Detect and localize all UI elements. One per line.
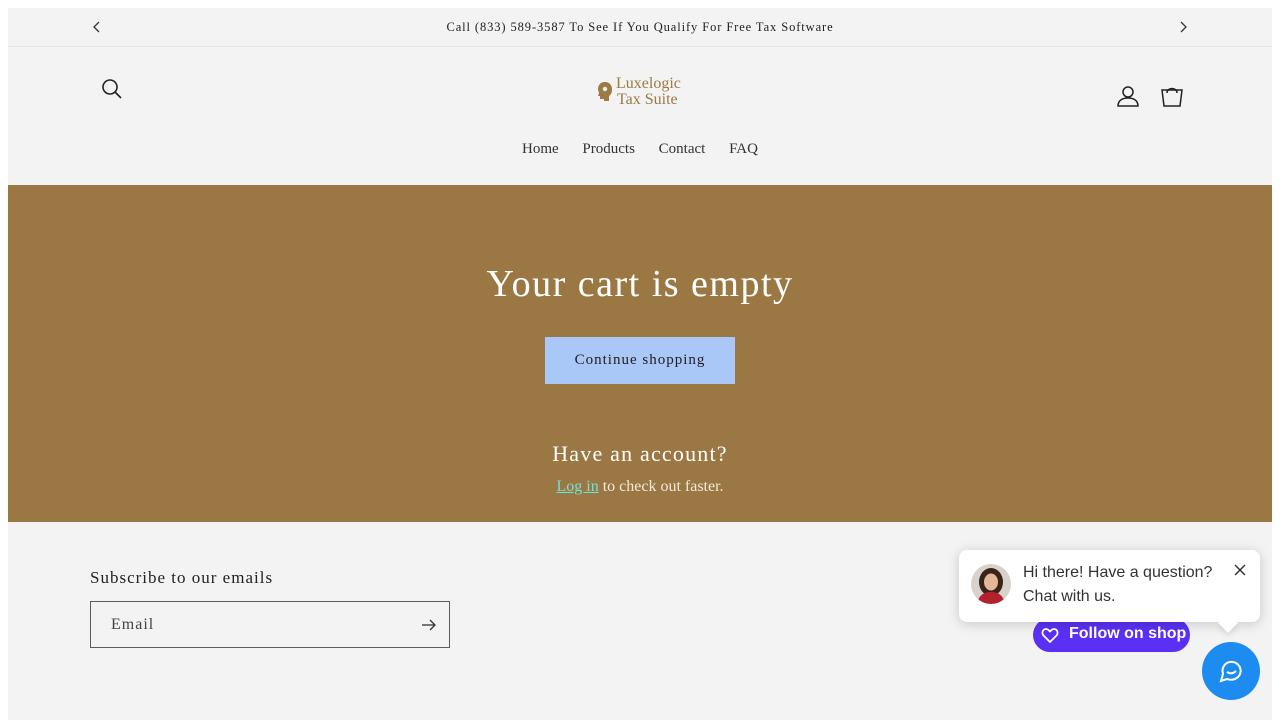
announcement-text: Call (833) 589-3587 To See If You Qualif… xyxy=(446,20,834,34)
search-icon[interactable] xyxy=(99,76,125,102)
arrow-right-icon[interactable] xyxy=(419,615,439,635)
chevron-right-icon[interactable] xyxy=(1173,17,1193,37)
login-suffix: to check out faster. xyxy=(598,478,724,495)
cart-empty-section: Your cart is empty Continue shopping Hav… xyxy=(8,185,1272,522)
account-icon[interactable] xyxy=(1115,84,1141,110)
email-input[interactable] xyxy=(91,602,411,647)
login-link[interactable]: Log in xyxy=(556,478,598,495)
subscribe-heading: Subscribe to our emails xyxy=(90,568,274,587)
follow-on-shop-label: Follow on shop xyxy=(1069,625,1187,642)
account-heading: Have an account? xyxy=(552,441,728,466)
logo-line-1: Luxelogic xyxy=(616,75,681,92)
continue-shopping-button[interactable]: Continue shopping xyxy=(545,337,735,384)
heart-icon xyxy=(1041,628,1059,644)
cart-icon[interactable] xyxy=(1159,84,1185,110)
nav-item-home[interactable]: Home xyxy=(522,141,559,158)
announcement-bar: Call (833) 589-3587 To See If You Qualif… xyxy=(8,8,1272,47)
chat-message-line-2: Chat with us. xyxy=(1023,588,1116,605)
chat-message-line-1: Hi there! Have a question? xyxy=(1023,564,1213,581)
store-logo[interactable]: Luxelogic Tax Suite xyxy=(596,74,688,108)
nav-item-contact[interactable]: Contact xyxy=(659,141,706,158)
logo-line-2: Tax Suite xyxy=(617,91,678,108)
chat-popup[interactable]: Hi there! Have a question? Chat with us. xyxy=(959,550,1260,633)
login-prompt: Log in to check out faster. xyxy=(8,478,1272,496)
chat-icon xyxy=(1219,660,1242,683)
nav-item-faq[interactable]: FAQ xyxy=(729,141,758,158)
site-header: Luxelogic Tax Suite Home Products Contac… xyxy=(8,48,1272,185)
chat-launcher-button[interactable] xyxy=(1202,642,1260,700)
logo-head-icon xyxy=(598,82,612,101)
close-icon[interactable] xyxy=(1233,563,1247,577)
cart-title: Your cart is empty xyxy=(486,263,794,305)
email-form xyxy=(90,601,450,648)
follow-on-shop-button[interactable]: Follow on shop xyxy=(1033,618,1190,652)
main-nav: Home Products Contact FAQ xyxy=(8,141,1272,158)
agent-avatar xyxy=(971,564,1011,604)
nav-item-products[interactable]: Products xyxy=(582,141,635,158)
